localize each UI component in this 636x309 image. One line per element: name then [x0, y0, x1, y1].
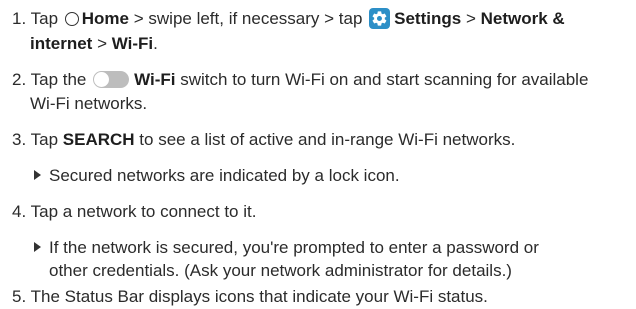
toggle-switch-off-icon	[93, 71, 130, 88]
instructions-document: 1. Tap Home > swipe left, if necessary >…	[0, 0, 636, 309]
step-4-bullet-line-2: other credentials. (Ask your network adm…	[49, 260, 512, 281]
step-1-line-2: internet > Wi-Fi.	[30, 33, 158, 54]
gear-icon	[369, 8, 391, 29]
step-text: Tap	[30, 130, 59, 149]
triangle-bullet-icon	[34, 242, 41, 252]
settings-label: Settings	[394, 9, 462, 28]
step-text: switch to turn Wi-Fi on and start scanni…	[180, 70, 589, 89]
step-number: 3.	[12, 130, 27, 149]
step-number: 1.	[12, 9, 27, 28]
step-text: Tap	[30, 9, 59, 28]
bullet-text: If the network is secured, you're prompt…	[49, 238, 539, 257]
wifi-label: Wi-Fi	[111, 34, 154, 53]
bullet-text: Secured networks are indicated by a lock…	[49, 166, 400, 185]
step-5-line-1: 5. The Status Bar displays icons that in…	[12, 286, 488, 307]
home-label: Home	[81, 9, 129, 28]
step-text: Tap the	[30, 70, 87, 89]
step-3-line-1: 3. Tap SEARCH to see a list of active an…	[12, 129, 515, 150]
search-label: SEARCH	[62, 130, 135, 149]
network-label: Network &	[480, 9, 565, 28]
triangle-bullet-icon	[34, 170, 41, 180]
internet-label: internet	[30, 34, 93, 53]
step-4-line-1: 4. Tap a network to connect to it.	[12, 201, 256, 222]
step-text: >	[465, 9, 476, 28]
step-text: to see a list of active and in-range Wi-…	[139, 130, 516, 149]
step-text: .	[153, 34, 158, 53]
step-1-line-1: 1. Tap Home > swipe left, if necessary >…	[12, 8, 565, 29]
step-text: Wi-Fi networks.	[30, 94, 148, 113]
step-number: 2.	[12, 70, 27, 89]
step-3-bullet: Secured networks are indicated by a lock…	[34, 165, 400, 186]
step-2-line-1: 2. Tap the Wi-Fi switch to turn Wi-Fi on…	[12, 69, 588, 90]
step-number: 5.	[12, 287, 27, 306]
step-text: > swipe left, if necessary > tap	[133, 9, 363, 28]
step-4-bullet-line-1: If the network is secured, you're prompt…	[34, 237, 539, 258]
wifi-label: Wi-Fi	[134, 70, 176, 89]
step-2-line-2: Wi-Fi networks.	[30, 93, 147, 114]
step-text: Tap a network to connect to it.	[30, 202, 257, 221]
bullet-text: other credentials. (Ask your network adm…	[49, 261, 512, 280]
home-circle-icon	[64, 12, 79, 26]
step-number: 4.	[12, 202, 27, 221]
step-text: The Status Bar displays icons that indic…	[30, 287, 488, 306]
step-text: >	[97, 34, 108, 53]
